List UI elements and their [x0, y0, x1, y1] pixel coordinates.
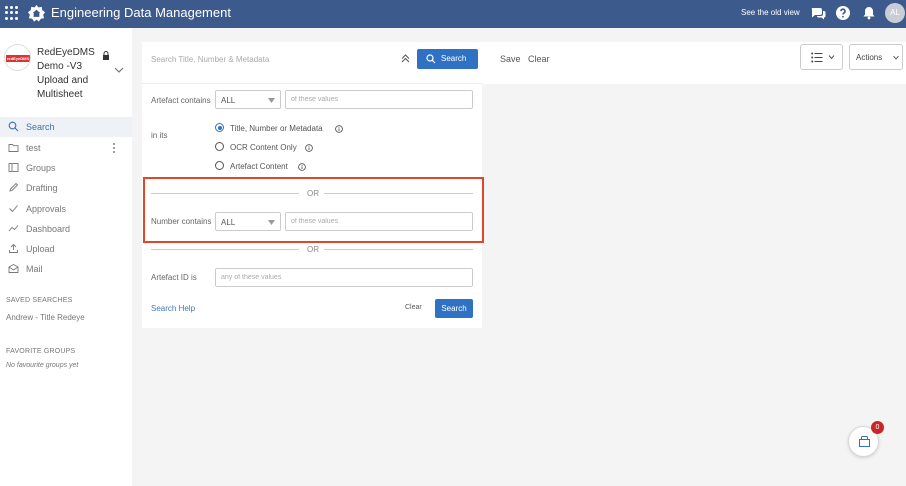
- search-input[interactable]: [151, 52, 396, 66]
- favorite-groups-empty: No favourite groups yet: [6, 362, 79, 369]
- tenant-logo: redEyeDMS: [4, 44, 31, 71]
- search-icon: [8, 121, 19, 132]
- mail-icon: [8, 263, 19, 273]
- lock-icon: [103, 51, 109, 60]
- search-icon: [426, 54, 436, 64]
- kebab-menu-icon[interactable]: [112, 142, 116, 154]
- chevron-down-icon: [828, 55, 835, 60]
- clear-search-button[interactable]: Clear: [405, 304, 422, 311]
- radio-ocr-content-only[interactable]: [215, 142, 224, 151]
- artefact-id-input[interactable]: [215, 268, 473, 287]
- sidebar-item-groups[interactable]: Groups: [0, 158, 132, 178]
- pencil-icon: [9, 182, 19, 192]
- radio-title-number-metadata[interactable]: [215, 123, 224, 132]
- app-launcher-icon[interactable]: [5, 6, 19, 20]
- sidebar: redEyeDMS RedEyeDMS Demo -V3 Upload and …: [0, 28, 132, 486]
- info-icon[interactable]: [305, 144, 313, 152]
- tenant-name[interactable]: RedEyeDMS Demo -V3 Upload and Multisheet: [37, 46, 103, 102]
- folder-icon: [8, 144, 19, 152]
- app-logo-icon: [27, 4, 46, 22]
- chevron-down-icon: [893, 55, 899, 60]
- chart-line-icon: [8, 225, 19, 232]
- search-help-link[interactable]: Search Help: [151, 304, 195, 313]
- search-button-label: Search: [441, 54, 467, 63]
- radio-label: Title, Number or Metadata: [230, 124, 323, 133]
- select-value: ALL: [221, 96, 236, 105]
- info-icon[interactable]: [335, 125, 343, 133]
- sidebar-item-drafting[interactable]: Drafting: [0, 178, 132, 198]
- artefact-id-label: Artefact ID is: [151, 273, 197, 282]
- list-view-icon: [811, 52, 823, 63]
- sidebar-item-approvals[interactable]: Approvals: [0, 199, 132, 219]
- artefact-contains-input[interactable]: [285, 90, 473, 109]
- search-button[interactable]: Search: [417, 49, 478, 69]
- divider: [142, 83, 482, 84]
- radio-artefact-content[interactable]: [215, 161, 224, 170]
- radio-label: Artefact Content: [230, 162, 288, 171]
- sidebar-item-label: Drafting: [26, 183, 58, 193]
- sidebar-item-label: Approvals: [26, 204, 67, 214]
- check-icon: [9, 205, 18, 213]
- old-view-link[interactable]: See the old view: [741, 8, 800, 17]
- basket-count-badge: 0: [871, 421, 884, 434]
- chevron-down-icon[interactable]: [114, 66, 124, 74]
- saved-search-item[interactable]: Andrew - Title Redeye: [6, 313, 85, 322]
- info-icon[interactable]: [298, 163, 306, 171]
- artefact-contains-label: Artefact contains: [151, 96, 211, 105]
- sidebar-item-label: test: [26, 143, 41, 153]
- sidebar-item-dashboard[interactable]: Dashboard: [0, 219, 132, 239]
- or-divider-line: [151, 249, 299, 250]
- view-mode-button[interactable]: [800, 44, 843, 70]
- app-title: Engineering Data Management: [51, 5, 231, 20]
- sidebar-item-label: Search: [26, 122, 55, 132]
- radio-label: OCR Content Only: [230, 143, 297, 152]
- sidebar-item-search[interactable]: Search: [0, 117, 132, 137]
- actions-label: Actions: [856, 53, 883, 62]
- sidebar-item-label: Dashboard: [26, 224, 71, 234]
- groups-icon: [8, 163, 19, 172]
- sidebar-item-upload[interactable]: Upload: [0, 239, 132, 259]
- highlight-box: [143, 177, 484, 243]
- sidebar-item-label: Upload: [26, 244, 55, 254]
- actions-button[interactable]: Actions: [849, 44, 903, 70]
- top-bar: Engineering Data Management See the old …: [0, 0, 906, 28]
- sidebar-item-mail[interactable]: Mail: [0, 259, 132, 279]
- favorite-groups-heading: FAVORITE GROUPS: [6, 348, 76, 355]
- sidebar-item-label: Mail: [26, 264, 43, 274]
- chevron-double-up-icon[interactable]: [401, 54, 410, 63]
- or-divider-label: OR: [307, 245, 319, 254]
- saved-searches-heading: SAVED SEARCHES: [6, 297, 73, 304]
- save-button[interactable]: Save: [500, 54, 521, 64]
- in-its-label: in its: [151, 131, 168, 140]
- help-icon[interactable]: [835, 5, 851, 21]
- sidebar-item-label: Groups: [26, 163, 56, 173]
- user-avatar[interactable]: AL: [885, 3, 905, 23]
- caret-down-icon: [268, 98, 275, 103]
- search-submit-button[interactable]: Search: [435, 299, 473, 318]
- or-divider-line: [324, 249, 473, 250]
- clear-button[interactable]: Clear: [528, 54, 550, 64]
- upload-icon: [9, 243, 18, 253]
- chat-icon[interactable]: [810, 5, 826, 21]
- bell-icon[interactable]: [861, 5, 877, 21]
- tenant-logo-text: redEyeDMS: [6, 55, 30, 62]
- sidebar-item-test[interactable]: test: [0, 138, 132, 158]
- basket-icon: [859, 436, 870, 447]
- artefact-contains-operator-select[interactable]: ALL: [215, 90, 281, 109]
